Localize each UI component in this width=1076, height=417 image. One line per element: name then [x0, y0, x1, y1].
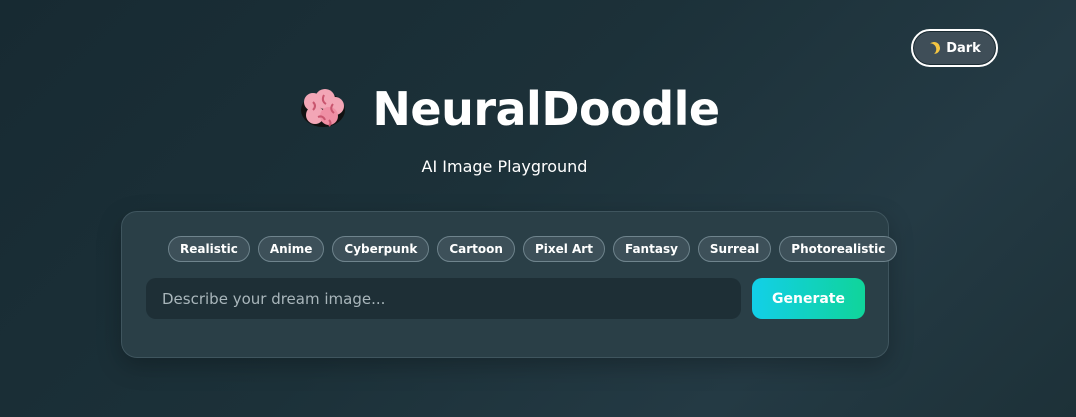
page-subtitle: AI Image Playground	[421, 157, 588, 176]
style-chip-pixel-art[interactable]: Pixel Art	[522, 236, 605, 262]
style-chip-photorealistic[interactable]: Photorealistic	[779, 236, 898, 262]
theme-toggle-label: Dark	[946, 40, 981, 56]
generate-button[interactable]: Generate	[752, 278, 865, 319]
style-chip-anime[interactable]: Anime	[257, 236, 325, 262]
style-chip-fantasy[interactable]: Fantasy	[612, 236, 690, 262]
prompt-input[interactable]	[146, 278, 741, 319]
generator-panel: Realistic Anime Cyberpunk Cartoon Pixel …	[121, 211, 898, 358]
style-chip-realistic[interactable]: Realistic	[168, 236, 250, 262]
style-chip-cartoon[interactable]: Cartoon	[437, 236, 515, 262]
brain-icon	[296, 82, 350, 136]
moon-icon	[926, 40, 941, 55]
style-chip-cyberpunk[interactable]: Cyberpunk	[332, 236, 430, 262]
style-chips: Realistic Anime Cyberpunk Cartoon Pixel …	[168, 236, 898, 262]
theme-toggle-button[interactable]: Dark	[911, 29, 998, 67]
style-chip-surreal[interactable]: Surreal	[697, 236, 772, 262]
header: NeuralDoodle	[0, 82, 1016, 136]
page-title: NeuralDoodle	[372, 82, 720, 136]
